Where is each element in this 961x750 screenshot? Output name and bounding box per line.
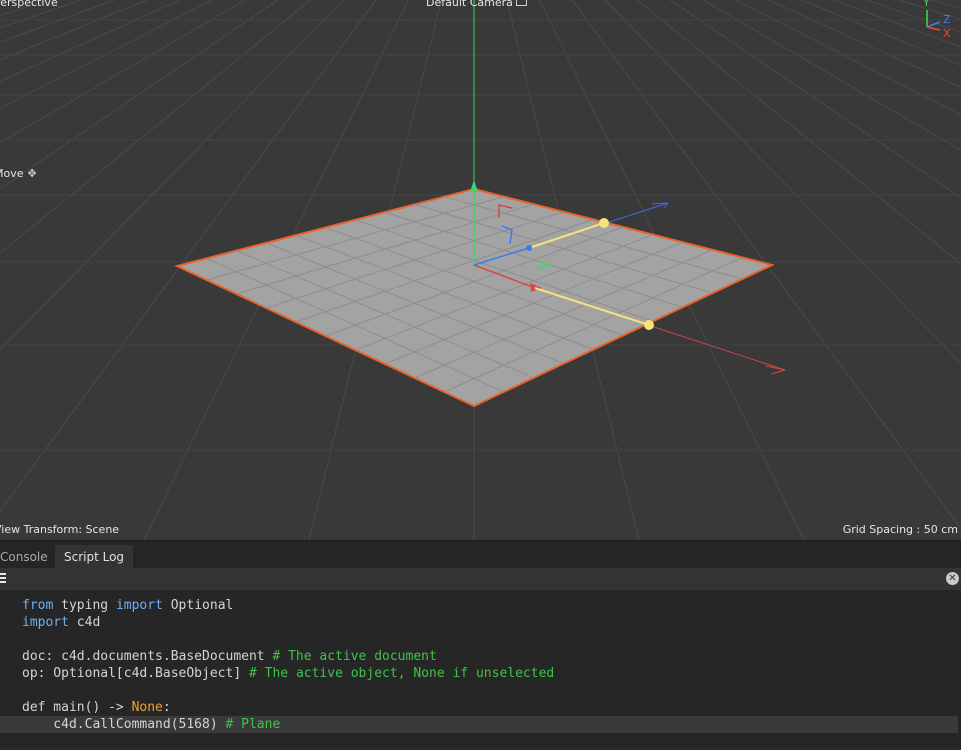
code-text: from typing import Optional [22, 597, 233, 614]
line-number: 2 [0, 614, 4, 631]
code-line[interactable]: 8 c4d.CallCommand(5168) # Plane [0, 716, 958, 733]
code-token: typing [53, 598, 116, 613]
camera-label-text: Default Camera [426, 0, 513, 9]
x-size-handle [644, 320, 654, 330]
z-size-handle [599, 218, 609, 228]
code-text: doc: c4d.documents.BaseDocument # The ac… [22, 648, 437, 665]
projection-label[interactable]: Perspective [0, 0, 58, 10]
code-line[interactable]: 3 [0, 631, 958, 648]
script-log-editor[interactable]: 1 from typing import Optional 2 import c4d 3… [0, 590, 961, 748]
code-token: : [162, 700, 171, 715]
floor-grid-line [762, 0, 961, 540]
grid-spacing-label: Grid Spacing : 50 cm [842, 523, 958, 536]
floor-grid-line [0, 0, 204, 540]
view-transform-label: View Transform: Scene [0, 523, 120, 536]
line-number: 9 [0, 733, 4, 750]
code-text: import c4d [22, 614, 100, 631]
projection-label-text: Perspective [0, 0, 58, 9]
z-axis-dot [526, 245, 532, 251]
line-number: 1 [0, 597, 4, 614]
menu-icon[interactable] [0, 573, 6, 584]
line-number: 6 [0, 682, 4, 699]
code-token: c4d [68, 615, 101, 630]
code-line[interactable]: 9 [0, 733, 958, 750]
code-line[interactable]: 1 from typing import Optional [0, 597, 958, 614]
line-number: 3 [0, 631, 4, 648]
floor-grid-line [744, 0, 961, 540]
panel-tabbar: Console Script Log [0, 540, 961, 569]
code-token: from [22, 598, 54, 613]
axis-x-label: X [943, 27, 951, 40]
code-token: None [131, 700, 163, 715]
code-token: c4d.CallCommand(5168) [22, 717, 226, 732]
code-text: def main() -> None: [22, 699, 171, 716]
axis-y-label: Y [923, 0, 930, 9]
line-number: 4 [0, 648, 4, 665]
code-token: # The active object, None if unselected [248, 666, 555, 681]
code-line[interactable]: 7 def main() -> None: [0, 699, 958, 716]
line-number: 7 [0, 699, 4, 716]
code-token: op: Optional[c4d.BaseObject] [22, 666, 249, 681]
code-token: # Plane [225, 717, 281, 732]
code-token: def main() -> [22, 700, 132, 715]
3d-viewport[interactable]: Perspective Default Camera Move✥ View Tr… [0, 0, 961, 540]
camera-label[interactable]: Default Camera [426, 0, 527, 10]
code-token: doc: c4d.documents.BaseDocument [22, 649, 273, 664]
move-icon: ✥ [27, 167, 37, 180]
axis-orientation-widget: Y Z X [918, 0, 961, 40]
code-line[interactable]: 2 import c4d [0, 614, 958, 631]
object-y-arrowhead [470, 180, 478, 192]
tool-label-text: Move [0, 167, 24, 180]
line-number: 8 [0, 716, 4, 733]
tab-script-log[interactable]: Script Log [55, 545, 134, 569]
code-line[interactable]: 5 op: Optional[c4d.BaseObject] # The acti… [0, 665, 958, 682]
code-line[interactable]: 4 doc: c4d.documents.BaseDocument # The a… [0, 648, 958, 665]
code-token: import [22, 615, 69, 630]
tool-label: Move✥ [0, 167, 37, 181]
axis-z-label: Z [943, 13, 951, 26]
viewport-scene[interactable] [0, 0, 961, 540]
clear-icon[interactable]: ✕ [946, 572, 959, 585]
code-line[interactable]: 6 [0, 682, 958, 699]
code-text: c4d.CallCommand(5168) # Plane [22, 716, 280, 733]
code-token: # The active document [272, 649, 437, 664]
code-text: op: Optional[c4d.BaseObject] # The activ… [22, 665, 554, 682]
code-token: Optional [162, 598, 234, 613]
tab-console[interactable]: Console [0, 545, 57, 569]
code-token: import [115, 598, 163, 613]
script-log-toolbar: ✕ [0, 568, 961, 590]
line-number: 5 [0, 665, 4, 682]
camera-icon [515, 0, 527, 6]
